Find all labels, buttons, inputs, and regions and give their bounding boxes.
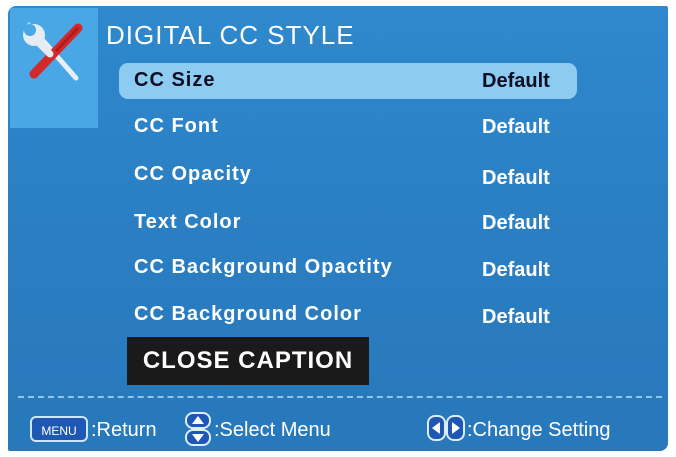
return-hint: :Return [91, 419, 157, 441]
menu-item-text-color[interactable]: Text Color Default [119, 205, 577, 241]
menu-item-value: Default [482, 259, 550, 281]
menu-item-cc-size[interactable]: CC Size Default [119, 63, 577, 99]
up-down-key-icon [185, 412, 211, 446]
select-menu-hint: :Select Menu [214, 419, 331, 441]
left-right-key-icon [427, 415, 465, 441]
menu-item-label: CC Opacity [134, 163, 252, 185]
menu-item-label: Text Color [134, 211, 242, 233]
footer-divider [18, 396, 662, 398]
menu-item-label: CC Background Color [134, 303, 362, 325]
menu-icon-tile [10, 8, 98, 128]
menu-item-cc-opacity[interactable]: CC Opacity Default [119, 157, 577, 193]
change-setting-hint: :Change Setting [467, 419, 611, 441]
menu-item-label: CC Font [134, 115, 219, 137]
menu-item-label: CC Background Opactity [134, 256, 393, 278]
osd-menu-screen: DIGITAL CC STYLE CC Size Default CC Font… [8, 6, 668, 451]
menu-title: DIGITAL CC STYLE [106, 20, 355, 50]
menu-item-label: CC Size [134, 69, 216, 91]
menu-item-value: Default [482, 306, 550, 328]
menu-item-value: Default [482, 116, 550, 138]
menu-item-cc-font[interactable]: CC Font Default [119, 109, 577, 145]
menu-item-value: Default [482, 70, 550, 92]
footer-hints: MENU :Return :Select Menu :Change Settin… [8, 411, 668, 447]
menu-item-cc-background-opacity[interactable]: CC Background Opactity Default [119, 250, 577, 286]
close-caption-button[interactable]: CLOSE CAPTION [127, 337, 369, 385]
tools-icon [23, 22, 83, 81]
menu-item-value: Default [482, 167, 550, 189]
menu-item-value: Default [482, 212, 550, 234]
menu-key-icon: MENU [30, 416, 88, 442]
menu-item-cc-background-color[interactable]: CC Background Color Default [119, 297, 577, 333]
